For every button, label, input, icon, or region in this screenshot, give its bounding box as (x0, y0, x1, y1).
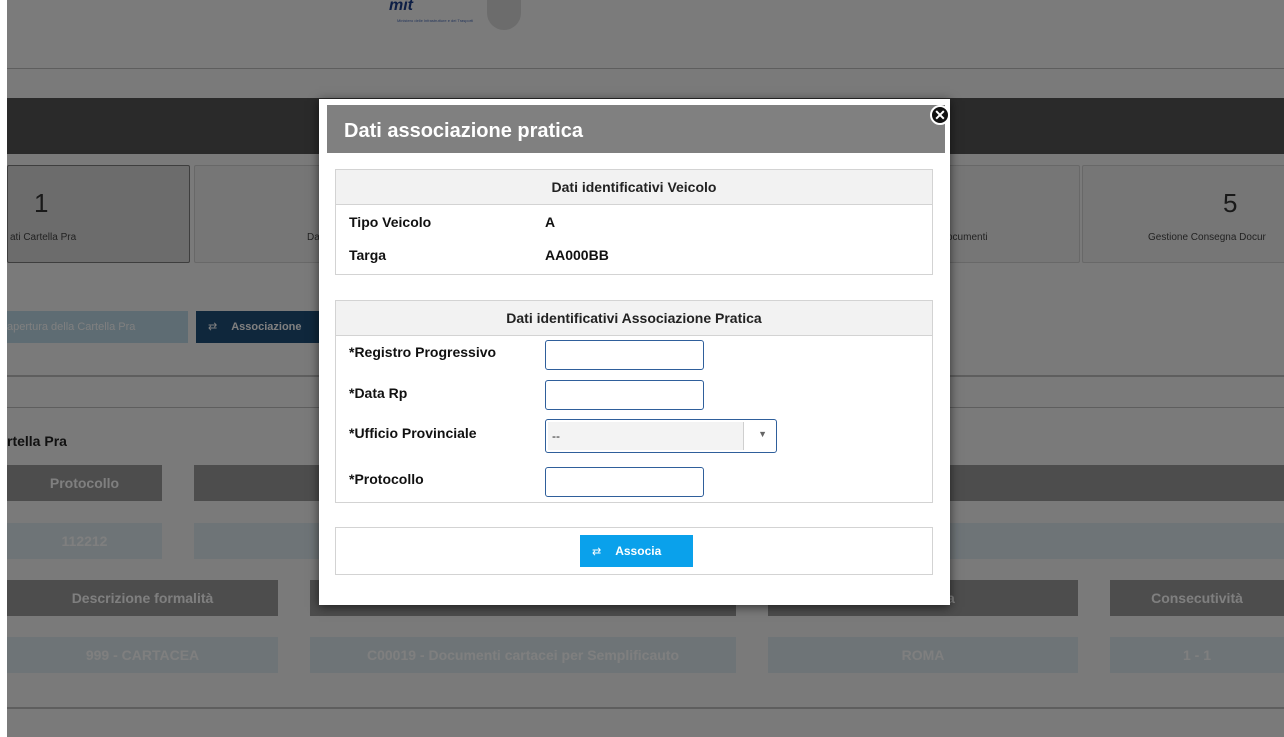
associazione-dialog: Dati associazione pratica Dati identific… (319, 99, 950, 605)
veicolo-panel: Dati identificativi Veicolo Tipo Veicolo… (335, 169, 933, 275)
registro-progressivo-label: *Registro Progressivo (349, 344, 497, 360)
associa-button[interactable]: ⇄ Associa (580, 535, 693, 567)
protocollo-input[interactable] (545, 467, 704, 497)
close-icon[interactable]: ✕ (930, 105, 950, 125)
panel-header: Dati identificativi Associazione Pratica (336, 301, 932, 336)
targa-value: AA000BB (545, 247, 609, 263)
tipo-veicolo-label: Tipo Veicolo (349, 214, 432, 230)
data-rp-label: *Data Rp (349, 385, 408, 401)
data-rp-input[interactable] (545, 380, 704, 410)
tipo-veicolo-value: A (545, 214, 556, 230)
protocollo-label: *Protocollo (349, 471, 424, 487)
selected-value: -- (548, 422, 744, 450)
associa-label: Associa (615, 544, 662, 558)
link-icon: ⇄ (592, 546, 602, 558)
dialog-title: Dati associazione pratica (344, 120, 583, 142)
pratica-panel: Dati identificativi Associazione Pratica… (335, 300, 933, 503)
dialog-header: Dati associazione pratica (327, 105, 945, 153)
targa-label: Targa (349, 247, 387, 263)
ufficio-provinciale-select[interactable]: -- ▼ (545, 419, 777, 453)
registro-progressivo-input[interactable] (545, 340, 704, 370)
panel-header: Dati identificativi Veicolo (336, 170, 932, 205)
chevron-down-icon[interactable]: ▼ (758, 429, 767, 439)
left-edge (0, 0, 7, 737)
ufficio-provinciale-label: *Ufficio Provinciale (349, 425, 477, 441)
